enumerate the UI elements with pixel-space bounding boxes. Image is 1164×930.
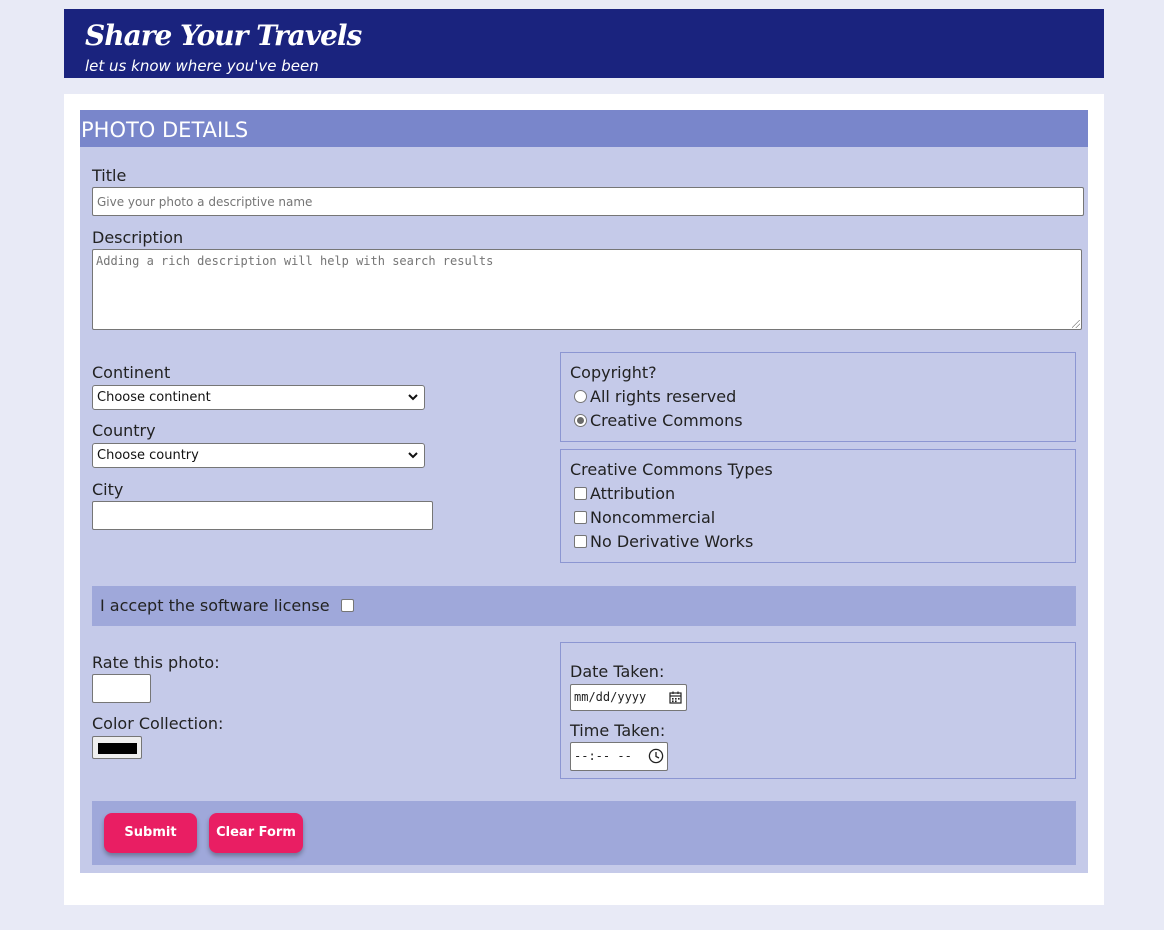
continent-select[interactable]: Choose continent [92,385,425,410]
time-input[interactable]: --:-- -- [570,742,668,771]
form-heading: PHOTO DETAILS [80,110,1088,147]
clear-form-button[interactable]: Clear Form [209,813,303,853]
city-input[interactable] [92,501,433,530]
license-band: I accept the software license [92,586,1076,626]
country-selected-value: Choose country [97,448,199,463]
rating-input[interactable] [92,674,151,703]
date-taken-label: Date Taken: [570,662,665,681]
color-swatch [98,743,137,754]
photo-details-form: PHOTO DETAILS Title Description Continen… [80,110,1088,873]
color-picker[interactable] [92,736,142,759]
chevron-down-icon [408,452,418,459]
cc-types-fieldset: Creative Commons Types Attribution Nonco… [560,449,1076,563]
radio-label: Creative Commons [590,411,743,430]
rating-label: Rate this photo: [92,653,220,672]
time-placeholder: --:-- -- [574,749,632,763]
copyright-fieldset: Copyright? All rights reserved Creative … [560,352,1076,442]
main-card: PHOTO DETAILS Title Description Continen… [64,94,1104,905]
continent-label: Continent [92,363,171,382]
country-label: Country [92,421,156,440]
date-placeholder: mm/dd/yyyy [574,690,647,704]
continent-selected-value: Choose continent [97,390,211,405]
checkbox-label: Noncommercial [590,508,716,527]
license-row[interactable]: I accept the software license [100,596,357,616]
checkbox-attribution[interactable] [574,487,587,500]
checkbox-label: No Derivative Works [590,532,754,551]
checkbox-no-derivative-works[interactable] [574,535,587,548]
site-title: Share Your Travels [85,19,362,52]
date-input[interactable]: mm/dd/yyyy [570,684,687,711]
time-taken-label: Time Taken: [570,721,666,740]
color-label: Color Collection: [92,714,224,733]
site-tagline: let us know where you've been [85,57,319,75]
title-input[interactable] [92,187,1084,216]
description-textarea[interactable] [92,249,1082,330]
radio-all-rights-reserved[interactable] [574,390,587,403]
resize-grip-icon[interactable] [1072,320,1080,328]
radio-label: All rights reserved [590,387,737,406]
submit-button[interactable]: Submit [104,813,197,853]
clock-icon[interactable] [648,748,664,764]
checkbox-label: Attribution [590,484,676,503]
date-time-fieldset: Date Taken: mm/dd/yyyy Time Taken: --:--… [560,642,1076,779]
checkbox-noncommercial[interactable] [574,511,587,524]
copyright-legend: Copyright? [570,363,657,382]
chevron-down-icon [408,394,418,401]
copyright-option-all-rights[interactable]: All rights reserved [574,387,736,407]
copyright-option-creative-commons[interactable]: Creative Commons [574,411,743,431]
license-checkbox[interactable] [340,599,354,612]
button-band: Submit Clear Form [92,801,1076,865]
calendar-icon[interactable] [669,691,682,704]
city-label: City [92,480,124,499]
country-select[interactable]: Choose country [92,443,425,468]
title-label: Title [92,166,127,185]
license-label: I accept the software license [100,596,330,615]
description-label: Description [92,228,184,247]
radio-creative-commons[interactable] [574,414,587,427]
cc-option-no-derivative-works[interactable]: No Derivative Works [574,532,753,552]
cc-types-legend: Creative Commons Types [570,460,773,479]
site-header: Share Your Travels let us know where you… [64,9,1104,78]
cc-option-attribution[interactable]: Attribution [574,484,675,504]
description-wrapper [92,249,1082,330]
cc-option-noncommercial[interactable]: Noncommercial [574,508,715,528]
